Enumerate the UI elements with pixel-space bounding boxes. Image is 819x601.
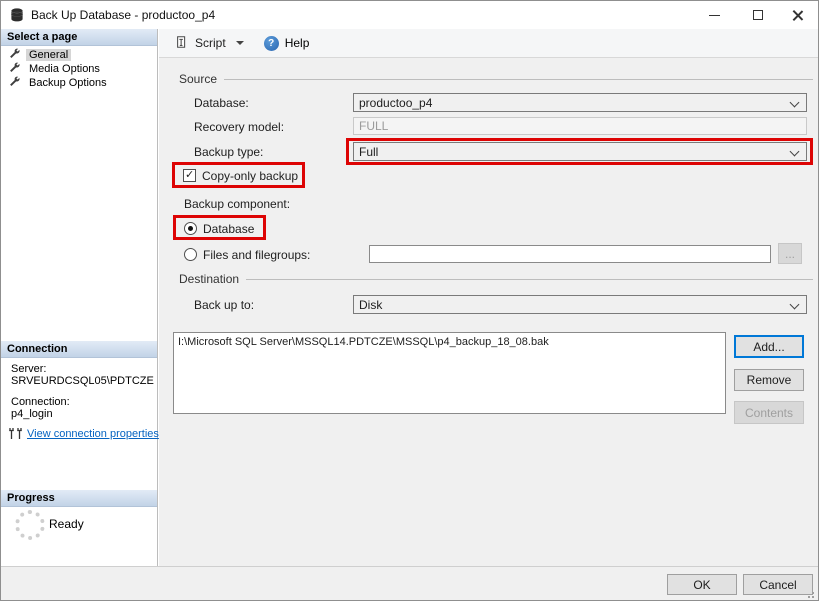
database-combobox[interactable]: productoo_p4 — [353, 93, 807, 112]
database-combobox-value: productoo_p4 — [359, 96, 432, 110]
sidebar-item-backup-options[interactable]: Backup Options — [1, 75, 157, 90]
source-group-label: Source — [179, 72, 217, 86]
recovery-model-value: FULL — [359, 119, 388, 133]
destination-files-listbox[interactable]: I:\Microsoft SQL Server\MSSQL14.PDTCZE\M… — [173, 332, 726, 414]
backup-type-combobox-value: Full — [359, 145, 378, 159]
contents-button: Contents — [734, 401, 804, 424]
wrench-icon — [9, 48, 20, 62]
database-radio-label: Database — [203, 222, 254, 236]
backup-component-label: Backup component: — [184, 197, 290, 211]
connection-value: p4_login — [11, 408, 53, 420]
browse-button-label: ... — [785, 247, 795, 261]
contents-button-label: Contents — [745, 406, 793, 420]
copy-only-backup-label: Copy-only backup — [202, 169, 298, 183]
help-icon — [264, 36, 279, 51]
minimize-button[interactable] — [694, 1, 734, 29]
help-label: Help — [285, 36, 310, 50]
add-button[interactable]: Add... — [734, 335, 804, 358]
copy-only-backup-checkbox[interactable] — [183, 169, 196, 182]
title-bar: Back Up Database - productoo_p4 — [1, 1, 818, 29]
files-filegroups-radio[interactable] — [184, 248, 197, 261]
script-label: Script — [195, 36, 226, 50]
sidebar-item-media-options[interactable]: Media Options — [1, 61, 157, 76]
destination-file-item[interactable]: I:\Microsoft SQL Server\MSSQL14.PDTCZE\M… — [174, 333, 725, 351]
add-button-label: Add... — [753, 340, 784, 354]
database-icon — [10, 8, 24, 27]
backup-type-label: Backup type: — [194, 145, 263, 159]
script-icon — [175, 35, 189, 52]
connection-properties-icon — [8, 427, 24, 445]
sidebar-item-label: Backup Options — [26, 77, 110, 89]
recovery-model-label: Recovery model: — [194, 120, 284, 134]
help-button[interactable]: Help — [264, 36, 310, 51]
backup-type-combobox[interactable]: Full — [353, 142, 807, 161]
cancel-button[interactable]: Cancel — [743, 574, 813, 595]
destination-group-label: Destination — [179, 272, 239, 286]
wrench-icon — [9, 62, 20, 76]
close-button[interactable] — [778, 1, 818, 29]
back-up-to-combobox-value: Disk — [359, 298, 382, 312]
cancel-button-label: Cancel — [759, 578, 796, 592]
connection-label: Connection: — [11, 396, 70, 408]
ok-button[interactable]: OK — [667, 574, 737, 595]
destination-group: Destination — [179, 272, 813, 286]
recovery-model-field: FULL — [353, 117, 807, 135]
backup-database-dialog: Back Up Database - productoo_p4 Select a… — [0, 0, 819, 601]
progress-spinner-icon — [15, 510, 45, 540]
progress-header: Progress — [1, 490, 157, 507]
back-up-to-combobox[interactable]: Disk — [353, 295, 807, 314]
chevron-down-icon[interactable] — [236, 41, 244, 45]
dialog-footer: OK Cancel — [1, 566, 818, 601]
files-filegroups-label: Files and filegroups: — [203, 248, 310, 262]
database-label: Database: — [194, 96, 249, 110]
resize-grip[interactable] — [812, 596, 814, 598]
window-title: Back Up Database - productoo_p4 — [31, 1, 215, 29]
sidebar-item-general[interactable]: General — [1, 47, 157, 62]
server-label: Server: — [11, 363, 46, 375]
dialog-toolbar: Script Help — [159, 29, 819, 58]
view-connection-properties-link[interactable]: View connection properties — [27, 428, 159, 440]
sidebar-item-label: General — [26, 49, 71, 61]
server-value: SRVEURDCSQL05\PDTCZE — [11, 375, 154, 387]
connection-header: Connection — [1, 341, 157, 358]
wrench-icon — [9, 76, 20, 90]
progress-status: Ready — [49, 517, 84, 531]
source-group: Source — [179, 72, 813, 86]
back-up-to-label: Back up to: — [194, 298, 254, 312]
general-page: Source Database: productoo_p4 Recovery m… — [159, 58, 819, 566]
files-filegroups-input[interactable] — [369, 245, 771, 263]
select-a-page-header: Select a page — [1, 29, 157, 46]
sidebar: Select a page General Media Options Back… — [1, 29, 158, 566]
maximize-button[interactable] — [738, 1, 778, 29]
browse-button: ... — [778, 243, 802, 264]
database-radio[interactable] — [184, 222, 197, 235]
remove-button-label: Remove — [747, 373, 792, 387]
remove-button[interactable]: Remove — [734, 369, 804, 391]
sidebar-item-label: Media Options — [26, 63, 103, 75]
script-button[interactable]: Script — [171, 32, 248, 54]
ok-button-label: OK — [693, 578, 710, 592]
